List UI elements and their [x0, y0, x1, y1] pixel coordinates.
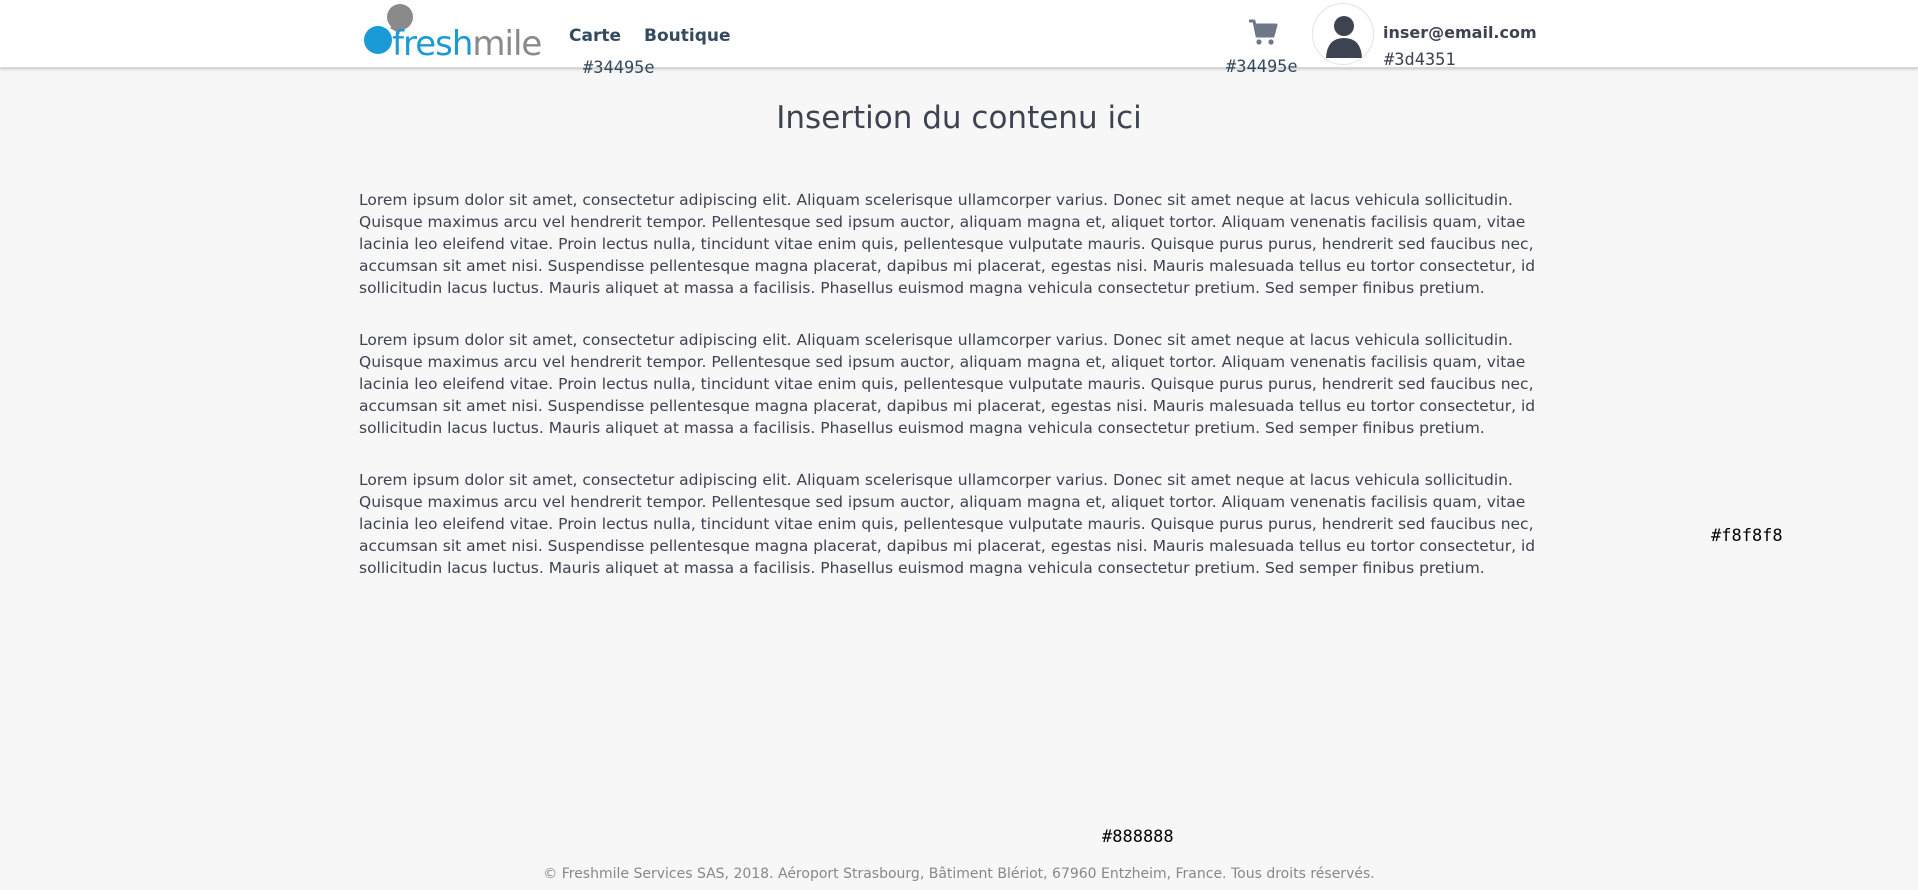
logo-text-mile: mile [472, 24, 542, 64]
nav-color-annotation: #34495e [583, 58, 655, 78]
logo-text-fresh: fresh [392, 24, 473, 64]
page-title: Insertion du contenu ici [776, 100, 1142, 136]
freshmile-logo[interactable]: freshmile [362, 2, 542, 64]
user-color-annotation: #3d4351 [1384, 50, 1456, 70]
main-nav: Carte Boutique [569, 26, 731, 46]
cart-color-annotation: #34495e [1226, 57, 1298, 77]
user-email[interactable]: inser@email.com [1383, 23, 1537, 43]
footer-color-annotation: #888888 [1102, 827, 1174, 847]
main-content: Lorem ipsum dolor sit amet, consectetur … [359, 189, 1545, 609]
user-avatar[interactable] [1312, 3, 1374, 65]
footer-copyright: © Freshmile Services SAS, 2018. Aéroport… [543, 866, 1375, 882]
cart-button[interactable] [1248, 18, 1278, 46]
content-paragraph: Lorem ipsum dolor sit amet, consectetur … [359, 191, 1536, 297]
logo-wordmark: freshmile [392, 24, 542, 64]
background-color-annotation: #f8f8f8 [1711, 526, 1783, 546]
shopping-cart-icon [1249, 19, 1278, 45]
top-navbar: freshmile Carte Boutique inser@email.com [0, 0, 1918, 68]
content-paragraph: Lorem ipsum dolor sit amet, consectetur … [359, 471, 1536, 577]
content-paragraph: Lorem ipsum dolor sit amet, consectetur … [359, 331, 1536, 437]
user-silhouette-icon [1326, 16, 1362, 58]
nav-item-carte[interactable]: Carte [569, 26, 621, 46]
nav-item-boutique[interactable]: Boutique [644, 26, 731, 46]
